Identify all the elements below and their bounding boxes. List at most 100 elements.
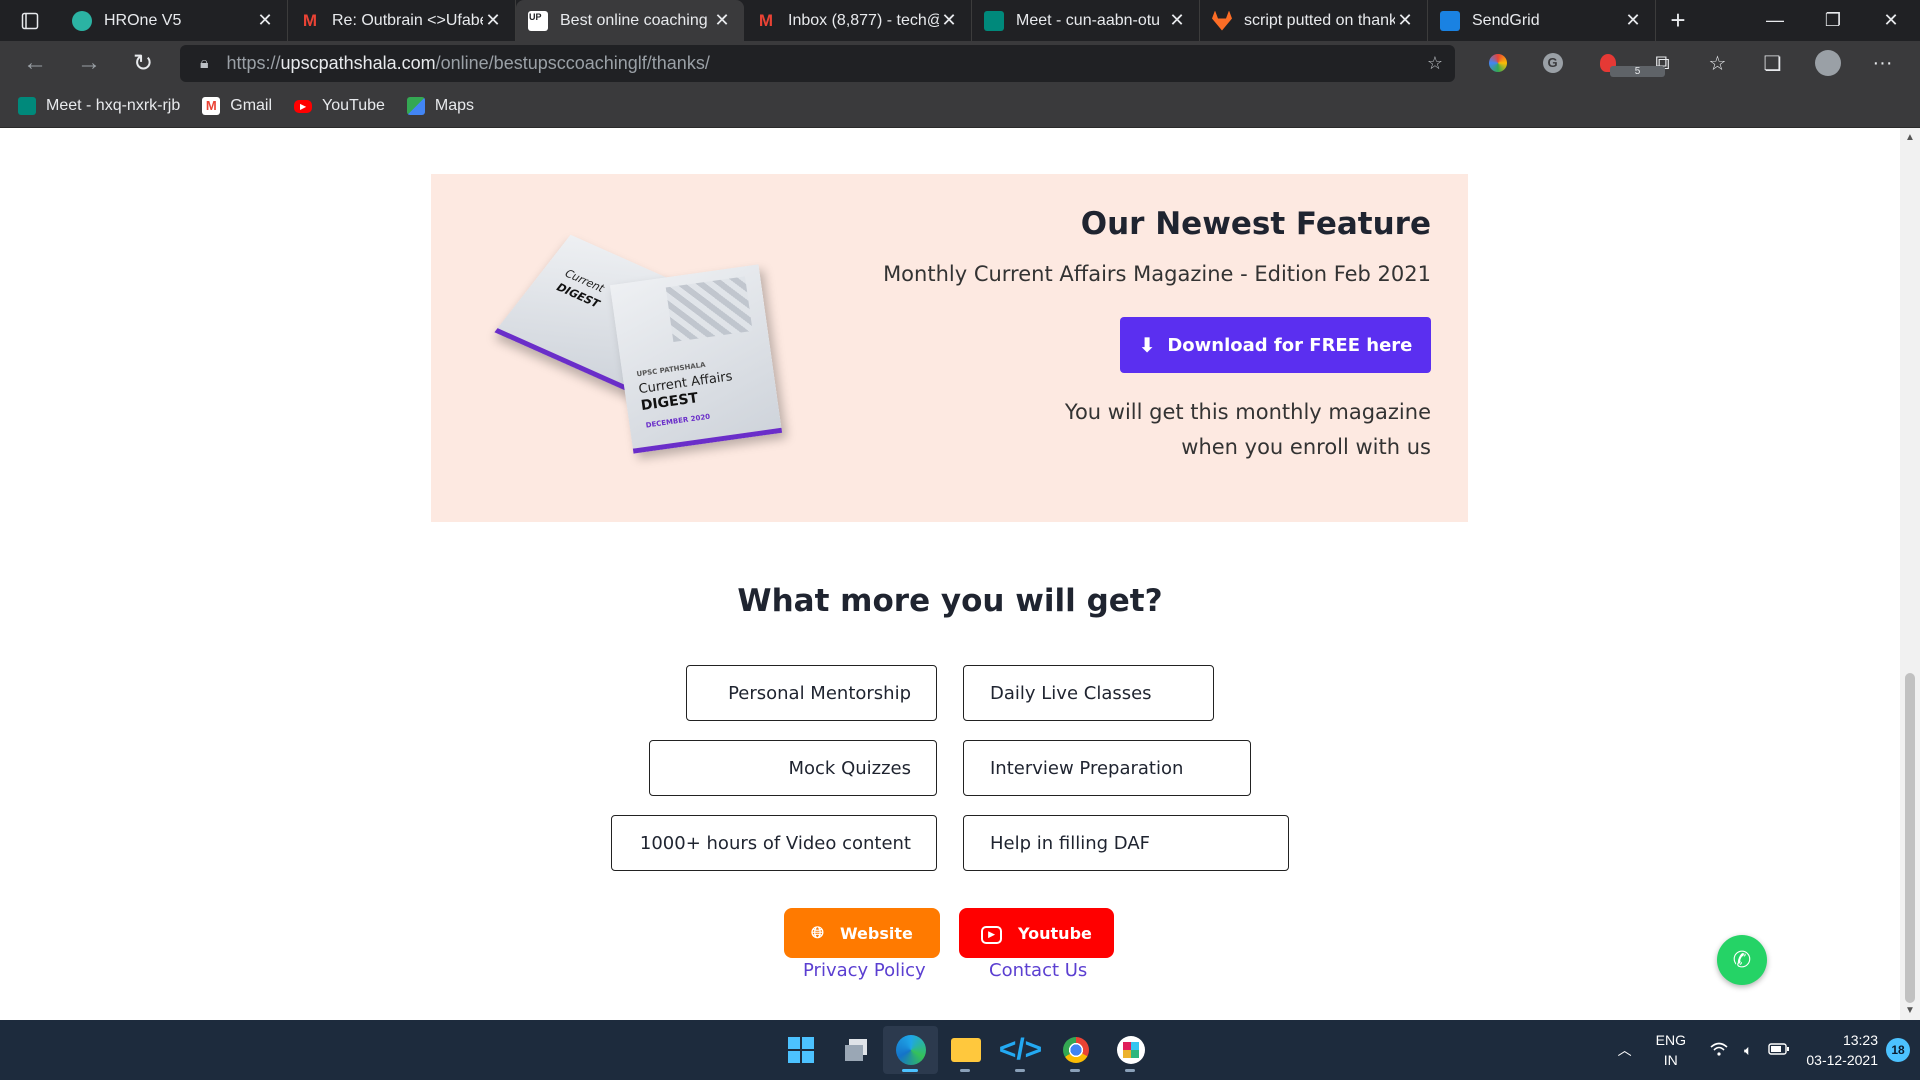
tab-actions-icon [21,12,39,29]
page-scrollbar[interactable]: ▲ ▼ [1900,128,1920,1020]
youtube-icon: ▶ [294,99,313,113]
benefit-label: Daily Live Classes [990,682,1152,704]
tab-sendgrid[interactable]: SendGrid ✕ [1428,0,1656,41]
gmail-icon: M [202,97,221,115]
whatsapp-button[interactable]: ✆ [1717,935,1767,985]
add-favorite-icon[interactable]: ☆ [1427,53,1443,74]
running-indicator [1125,1069,1135,1072]
bookmark-gmail[interactable]: M Gmail [202,97,272,115]
gmail-icon: M [302,10,318,30]
window-controls: — ❐ ✕ [1746,0,1920,41]
tab-gitlab[interactable]: script putted on thank ✕ [1200,0,1428,41]
contact-us-link[interactable]: Contact Us [989,960,1087,981]
taskbar-edge[interactable] [883,1026,938,1074]
notification-badge[interactable]: 18 [1886,1038,1910,1062]
tab-inbox[interactable]: M Inbox (8,877) - tech@ ✕ [744,0,972,41]
close-icon[interactable]: ✕ [255,10,275,31]
close-icon[interactable]: ✕ [939,10,959,31]
sendgrid-icon [1440,10,1460,31]
website-label: Website [839,923,913,943]
feature-heading: Our Newest Feature [1080,206,1431,242]
reload-button[interactable]: ↻ [116,41,170,85]
magazine-cover[interactable]: UPSC PATHSHALA Current Affairs DIGEST DE… [609,264,783,454]
hrone-icon [72,10,92,31]
new-tab-button[interactable]: + [1656,0,1700,41]
tab-title: Re: Outbrain <>Ufabe [332,11,483,29]
task-view-button[interactable] [828,1026,883,1074]
bookmark-maps[interactable]: Maps [406,97,475,115]
benefit-interview-preparation: Interview Preparation [963,740,1251,796]
tab-hrone[interactable]: HROne V5 ✕ [60,0,288,41]
taskbar-chrome[interactable] [1048,1026,1103,1074]
profile-avatar[interactable] [1800,50,1855,76]
enroll-note: You will get this monthly magazine when … [1011,395,1431,465]
enroll-note-line2: when you enroll with us [1181,435,1431,459]
back-button[interactable]: ← [8,41,62,85]
bookmark-label: Maps [434,97,475,114]
show-hidden-icons[interactable]: ︿ [1610,1040,1640,1060]
minimize-button[interactable]: — [1746,0,1804,41]
close-icon[interactable]: ✕ [483,10,503,31]
arrow-left-icon: ← [23,49,47,76]
grammarly-icon[interactable]: G [1525,53,1580,73]
scroll-down-icon[interactable]: ▼ [1900,1005,1920,1016]
tab-upsc-active[interactable]: UP Best online coaching f ✕ [516,0,744,41]
taskbar-file-explorer[interactable] [938,1026,993,1074]
meet-icon [18,97,36,115]
tab-outbrain[interactable]: M Re: Outbrain <>Ufabe ✕ [288,0,516,41]
favorites-icon[interactable]: ☆ [1690,51,1745,76]
close-icon[interactable]: ✕ [1395,10,1415,31]
volume-icon[interactable]: 🔈︎ [1736,1042,1760,1059]
benefit-personal-mentorship: Personal Mentorship [686,665,937,721]
vscode-icon: </> [998,1033,1043,1066]
youtube-button[interactable]: ▶ Youtube [959,908,1114,958]
more-menu-icon[interactable]: ··· [1855,52,1910,75]
system-tray: ︿ ENG IN 🔈︎ 13:23 03-12-2021 18 [1610,1020,1920,1080]
meet-icon [984,10,1004,31]
reload-icon: ↻ [132,49,154,77]
color-picker-extension-icon[interactable] [1470,54,1525,72]
youtube-icon: ▶ [981,922,1003,944]
clock[interactable]: 13:23 03-12-2021 [1798,1030,1886,1070]
forward-button[interactable]: → [62,41,116,85]
benefit-label: Mock Quizzes [788,757,911,779]
extension-badge-icon[interactable]: 5 [1580,54,1665,77]
benefit-label: Interview Preparation [990,757,1184,779]
feature-subtitle: Monthly Current Affairs Magazine - Editi… [883,262,1431,286]
bookmark-youtube[interactable]: ▶ YouTube [294,97,385,115]
privacy-policy-link[interactable]: Privacy Policy [803,960,926,981]
address-bar[interactable]: 🔒︎ https://upscpathshala.com/online/best… [180,45,1455,82]
close-icon[interactable]: ✕ [1167,10,1187,31]
tab-meet[interactable]: Meet - cun-aabn-otu ✕ [972,0,1200,41]
battery-icon[interactable] [1760,1042,1798,1058]
close-window-button[interactable]: ✕ [1862,0,1920,41]
upsc-icon: UP [528,10,548,31]
taskbar-apps: </> [773,1026,1158,1074]
benefit-daily-live-classes: Daily Live Classes [963,665,1214,721]
start-button[interactable] [773,1026,828,1074]
tab-actions-button[interactable] [0,0,60,41]
taskbar-vscode[interactable]: </> [993,1026,1048,1074]
language-indicator[interactable]: ENG IN [1640,1030,1702,1070]
wifi-icon[interactable] [1702,1042,1736,1059]
benefits-title: What more you will get? [737,583,1163,619]
taskbar-slack[interactable] [1103,1026,1158,1074]
close-icon[interactable]: ✕ [712,10,732,31]
arrow-right-icon: → [77,49,101,76]
restore-button[interactable]: ❐ [1804,0,1862,41]
whatsapp-icon: ✆ [1732,947,1752,973]
toolbar: ← → ↻ 🔒︎ https://upscpathshala.com/onlin… [0,41,1920,85]
close-icon[interactable]: ✕ [1623,10,1643,31]
website-button[interactable]: 🌐︎ Website [784,908,940,958]
tab-title: script putted on thank [1244,11,1395,29]
collections-icon[interactable]: ❏ [1745,51,1800,76]
bookmark-meet[interactable]: Meet - hxq-nxrk-rjb [18,97,180,115]
download-button[interactable]: ⬇ Download for FREE here [1120,317,1431,373]
download-label: Download for FREE here [1167,334,1413,356]
enroll-note-line1: You will get this monthly magazine [1064,400,1431,424]
scrollbar-thumb[interactable] [1905,673,1915,1003]
scroll-up-icon[interactable]: ▲ [1900,132,1920,143]
benefit-label: Help in filling DAF [990,832,1150,854]
magazine-cover-art [665,276,753,342]
benefit-video-content: 1000+ hours of Video content [611,815,937,871]
